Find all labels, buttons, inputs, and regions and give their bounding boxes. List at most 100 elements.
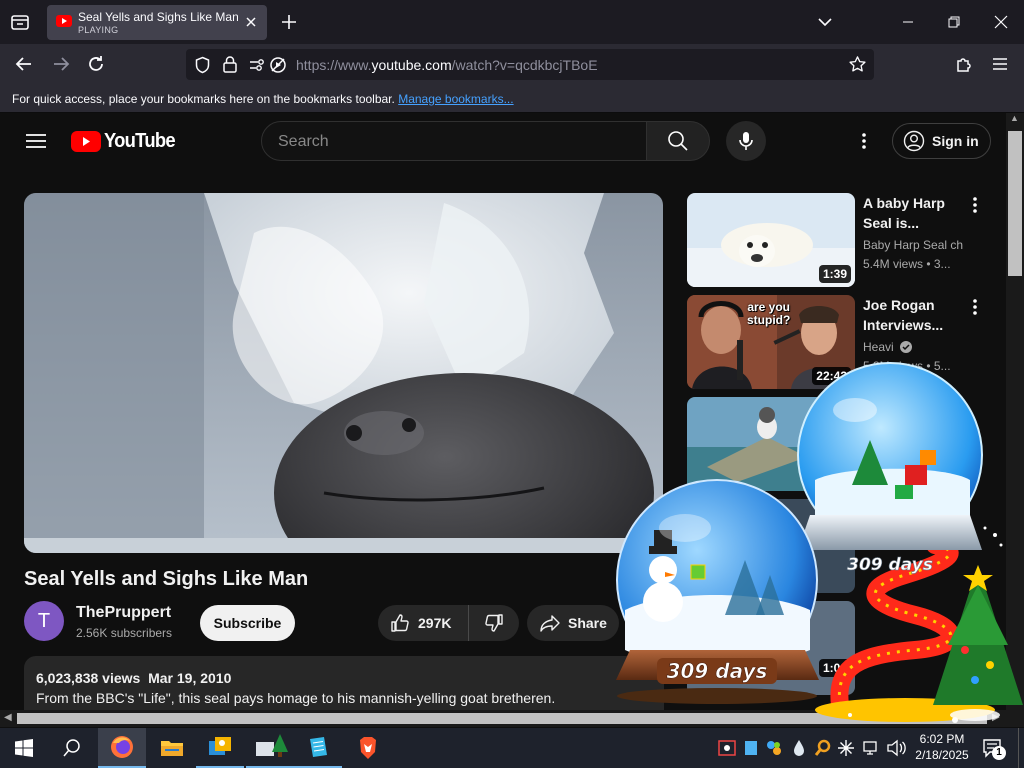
sidebar-more-icon-2[interactable] [968, 297, 982, 317]
description-text: From the BBC's "Life", this seal pays ho… [36, 690, 556, 706]
sidebar-more-icon-1[interactable] [968, 195, 982, 215]
taskbar-firefox[interactable] [98, 728, 146, 768]
sidebar-channel-2-name: Heavi [863, 340, 894, 354]
show-desktop-button[interactable] [1018, 728, 1019, 768]
sign-in-button[interactable]: Sign in [892, 123, 991, 159]
bookmarks-hint: For quick access, place your bookmarks h… [12, 92, 514, 106]
tray-snowflake-icon[interactable] [837, 739, 855, 757]
taskbar-brave[interactable] [344, 728, 392, 768]
subscribe-button[interactable]: Subscribe [200, 605, 295, 641]
bookmarks-toolbar: For quick access, place your bookmarks h… [0, 85, 1024, 113]
back-arrow-icon[interactable] [12, 53, 36, 75]
sidebar-title-2[interactable]: Joe Rogan Interviews... [863, 295, 943, 335]
sidebar-thumbnail-1[interactable]: 1:39 [687, 193, 855, 287]
view-count: 6,023,838 views [36, 670, 141, 686]
search-button[interactable] [48, 728, 96, 768]
new-tab-icon[interactable] [278, 11, 300, 33]
autoplay-blocked-icon[interactable] [268, 55, 288, 75]
volume-speaker-icon[interactable] [886, 739, 906, 757]
bookmarks-hint-text: For quick access, place your bookmarks h… [12, 92, 395, 106]
search-magnifier-icon [63, 739, 80, 757]
tray-search-tool-icon[interactable] [814, 738, 832, 758]
url-bar[interactable]: https://www.youtube.com/watch?v=qcdkbcjT… [186, 49, 874, 80]
view-count-date: 6,023,838 views Mar 19, 2010 [36, 670, 231, 686]
scroll-up-arrow-icon[interactable]: ▲ [1010, 113, 1019, 123]
url-domain: youtube.com [371, 57, 452, 73]
active-tab[interactable]: Seal Yells and Sighs Like Man - PLAYING [47, 5, 267, 40]
microphone-icon [739, 132, 753, 150]
minimize-window-icon[interactable] [885, 0, 931, 44]
browser-tab-bar: Seal Yells and Sighs Like Man - PLAYING [0, 0, 1024, 44]
snow-globe-left-icon: 309 days [616, 479, 819, 704]
list-all-tabs-chevron-icon[interactable] [814, 12, 836, 32]
taskbar-clock[interactable]: 6:02 PM 2/18/2025 [912, 731, 972, 763]
taskbar-app-4[interactable] [246, 728, 294, 768]
sidebar-title-1-line2: Seal is... [863, 215, 920, 231]
dislike-button[interactable] [469, 605, 519, 641]
scroll-left-arrow-icon[interactable]: ◀ [4, 712, 12, 723]
taskbar-app-3[interactable] [196, 728, 244, 768]
firefox-icon [111, 736, 133, 758]
forward-arrow-icon[interactable] [49, 53, 73, 75]
tray-app-3-icon[interactable] [765, 739, 783, 757]
taskbar-file-explorer[interactable] [148, 728, 196, 768]
search-input[interactable]: Search [261, 121, 647, 161]
share-label: Share [568, 615, 607, 631]
url-path: /watch?v=qcdkbcjTBoE [451, 57, 598, 73]
tab-list-icon[interactable] [8, 10, 32, 34]
page-scrollbar-thumb[interactable] [1008, 131, 1022, 276]
network-icon[interactable] [862, 739, 880, 757]
globe-right-days: 309 days [847, 555, 933, 575]
sidebar-channel-1[interactable]: Baby Harp Seal ch [863, 236, 963, 254]
settings-more-icon[interactable] [857, 131, 871, 151]
extensions-puzzle-icon[interactable] [955, 54, 975, 74]
tray-droplet-icon[interactable] [792, 739, 806, 757]
notification-count-badge: 1 [992, 746, 1006, 760]
taskbar-app-5[interactable] [294, 728, 342, 768]
desktop-tree-icon [256, 734, 288, 757]
brave-lion-icon [360, 737, 376, 759]
christmas-countdown-overlay: 309 days 309 days [616, 362, 1023, 723]
manage-bookmarks-link[interactable]: Manage bookmarks... [398, 92, 513, 106]
duration-badge: 1:39 [818, 265, 851, 283]
voice-search-button[interactable] [726, 121, 766, 161]
lock-icon[interactable] [222, 55, 238, 73]
channel-avatar[interactable]: T [24, 601, 64, 641]
upload-date: Mar 19, 2010 [148, 670, 232, 686]
thumbnail-caption-line1: are you [747, 300, 790, 314]
windows-logo-icon [15, 739, 33, 757]
close-window-icon[interactable] [978, 0, 1024, 44]
sidebar-title-2-line1: Joe Rogan [863, 297, 935, 313]
tracking-protection-shield-icon[interactable] [194, 56, 211, 74]
youtube-logo[interactable]: YouTube [71, 130, 181, 153]
snow-globe-right-icon: 309 days [797, 362, 983, 575]
tray-app-1-icon[interactable] [718, 739, 736, 757]
tab-title: Seal Yells and Sighs Like Man - [78, 10, 238, 24]
channel-name[interactable]: ThePruppert [76, 604, 171, 622]
sidebar-title-2-line2: Interviews... [863, 317, 944, 333]
windows-taskbar: 6:02 PM 2/18/2025 1 [0, 728, 1024, 768]
account-circle-icon [903, 130, 925, 152]
video-player[interactable] [24, 193, 663, 553]
search-button[interactable] [646, 121, 710, 161]
sidebar-meta-1: 5.4M views • 3... [863, 257, 951, 271]
thumbs-down-icon [485, 614, 503, 632]
hamburger-menu-icon[interactable] [990, 54, 1010, 74]
start-button[interactable] [0, 728, 48, 768]
share-arrow-icon [540, 615, 560, 632]
globe-left-days: 309 days [667, 659, 768, 683]
bookmark-star-icon[interactable] [848, 55, 867, 74]
restore-window-icon[interactable] [931, 0, 977, 44]
action-center-button[interactable]: 1 [982, 738, 1006, 760]
sidebar-title-1[interactable]: A baby Harp Seal is... [863, 193, 945, 233]
tray-app-2-icon[interactable] [744, 740, 758, 756]
reload-icon[interactable] [85, 53, 107, 75]
seal-video-frame [24, 193, 663, 553]
tab-close-icon[interactable] [242, 13, 260, 31]
guide-menu-icon[interactable] [24, 131, 48, 151]
thumbs-up-icon [391, 614, 409, 632]
sidebar-channel-2[interactable]: Heavi [863, 338, 913, 356]
permissions-icon[interactable] [248, 56, 266, 74]
url-text[interactable]: https://www.youtube.com/watch?v=qcdkbcjT… [296, 57, 598, 73]
like-button[interactable]: 297K [378, 605, 469, 641]
